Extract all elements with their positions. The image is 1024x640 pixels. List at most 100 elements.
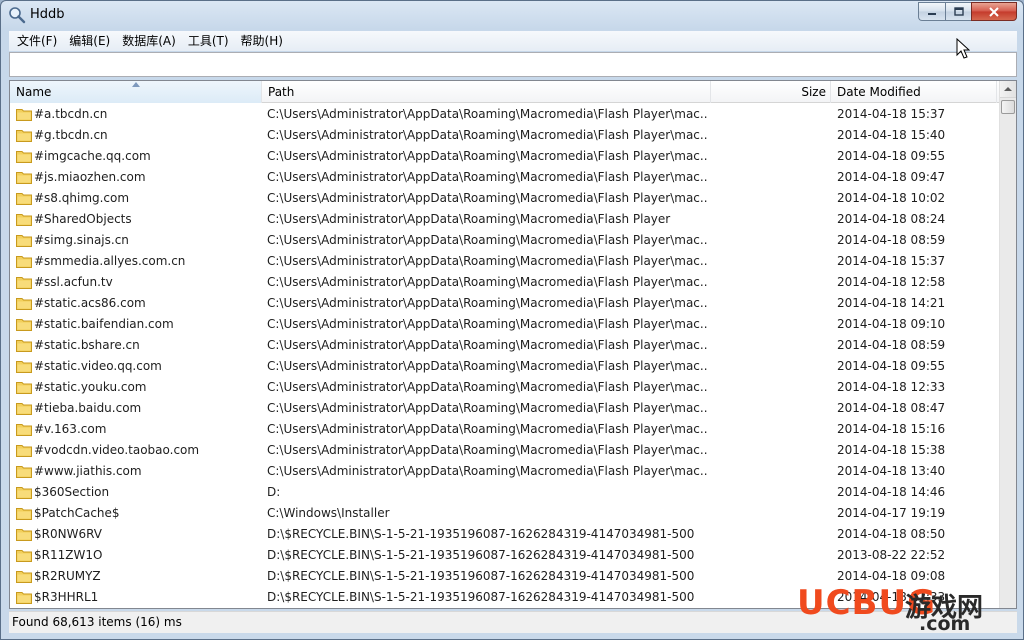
table-row[interactable]: #ssl.acfun.tv C:\Users\Administrator\AppD… [10, 272, 999, 293]
cell-name: #simg.sinajs.cn [34, 233, 129, 247]
cell-name: $R0NW6RV [34, 527, 102, 541]
column-header-date[interactable]: Date Modified [831, 81, 997, 103]
cell-size [711, 398, 827, 419]
cell-size [711, 125, 827, 146]
column-header-size[interactable]: Size [711, 81, 831, 103]
folder-icon [16, 445, 32, 457]
table-row[interactable]: $360Section D: 2014-04-18 14:46 [10, 482, 999, 503]
cell-size [711, 419, 827, 440]
cell-name: $360Section [34, 485, 110, 499]
table-row[interactable]: #s8.qhimg.com C:\Users\Administrator\AppD… [10, 188, 999, 209]
folder-icon [16, 235, 32, 247]
menu-help[interactable]: 帮助(H) [235, 32, 289, 50]
table-row[interactable]: #static.bshare.cn C:\Users\Administrator\… [10, 335, 999, 356]
table-row[interactable]: $R0NW6RV D:\$RECYCLE.BIN\S-1-5-21-1935196… [10, 524, 999, 545]
column-header-name[interactable]: Name [10, 81, 262, 103]
scroll-thumb[interactable] [1001, 100, 1015, 114]
list-header: Name Path Size Date Modified [10, 81, 1016, 103]
column-name-label: Name [16, 85, 52, 99]
cell-name: #s8.qhimg.com [34, 191, 130, 205]
menu-edit[interactable]: 编辑(E) [63, 32, 116, 50]
cell-name: #js.miaozhen.com [34, 170, 146, 184]
cell-name: $PatchCache$ [34, 506, 120, 520]
folder-icon [16, 151, 32, 163]
cell-size [711, 167, 827, 188]
cell-path: C:\Users\Administrator\AppData\Roaming\M… [267, 464, 707, 478]
cell-size [711, 104, 827, 125]
sort-ascending-icon [132, 82, 140, 87]
close-icon [989, 6, 999, 17]
cell-date: 2014-04-18 15:37 [837, 107, 946, 121]
maximize-button[interactable] [945, 2, 971, 21]
table-row[interactable]: #v.163.com C:\Users\Administrator\AppData… [10, 419, 999, 440]
minimize-icon [928, 12, 936, 15]
cell-path: D:\$RECYCLE.BIN\S-1-5-21-1935196087-1626… [267, 527, 695, 541]
title-bar[interactable]: Hddb [1, 1, 1023, 30]
minimize-button[interactable] [918, 2, 945, 21]
cell-date: 2014-04-18 09:55 [837, 149, 946, 163]
cell-size [711, 272, 827, 293]
table-row[interactable]: #static.youku.com C:\Users\Administrator\… [10, 377, 999, 398]
cell-name: #static.baifendian.com [34, 317, 174, 331]
cell-date: 2014-04-18 12:58 [837, 275, 946, 289]
cell-size [711, 461, 827, 482]
cell-path: C:\Users\Administrator\AppData\Roaming\M… [267, 191, 707, 205]
cell-path: D:\$RECYCLE.BIN\S-1-5-21-1935196087-1626… [267, 548, 695, 562]
table-row[interactable]: #a.tbcdn.cn C:\Users\Administrator\AppDat… [10, 104, 999, 125]
status-text: Found 68,613 items (16) ms [12, 615, 182, 629]
folder-icon [16, 424, 32, 436]
cell-path: C:\Users\Administrator\AppData\Roaming\M… [267, 359, 707, 373]
column-header-path[interactable]: Path [262, 81, 711, 103]
cell-size [711, 335, 827, 356]
search-input[interactable] [10, 53, 1016, 76]
results-rows: #a.tbcdn.cn C:\Users\Administrator\AppDat… [10, 104, 999, 608]
folder-icon [16, 466, 32, 478]
cell-path: C:\Users\Administrator\AppData\Roaming\M… [267, 443, 707, 457]
table-row[interactable]: #static.video.qq.com C:\Users\Administrat… [10, 356, 999, 377]
cell-path: C:\Users\Administrator\AppData\Roaming\M… [267, 149, 707, 163]
vertical-scrollbar[interactable] [999, 81, 1016, 608]
table-row[interactable]: #imgcache.qq.com C:\Users\Administrator\A… [10, 146, 999, 167]
table-row[interactable]: #js.miaozhen.com C:\Users\Administrator\A… [10, 167, 999, 188]
cell-path: D: [267, 485, 281, 499]
table-row[interactable]: #vodcdn.video.taobao.com C:\Users\Adminis… [10, 440, 999, 461]
cell-name: #a.tbcdn.cn [34, 107, 108, 121]
menu-bar: 文件(F) 编辑(E) 数据库(A) 工具(T) 帮助(H) [9, 31, 1017, 51]
cell-name: #www.jiathis.com [34, 464, 142, 478]
cell-size [711, 503, 827, 524]
folder-icon [16, 130, 32, 142]
cell-name: #ssl.acfun.tv [34, 275, 113, 289]
cell-size [711, 482, 827, 503]
cell-size [711, 188, 827, 209]
cell-path: C:\Users\Administrator\AppData\Roaming\M… [267, 338, 707, 352]
cell-path: C:\Users\Administrator\AppData\Roaming\M… [267, 128, 707, 142]
table-row[interactable]: #www.jiathis.com C:\Users\Administrator\A… [10, 461, 999, 482]
menu-database[interactable]: 数据库(A) [116, 32, 182, 50]
folder-icon [16, 298, 32, 310]
table-row[interactable]: #smmedia.allyes.com.cn C:\Users\Administr… [10, 251, 999, 272]
cell-date: 2014-04-18 08:47 [837, 401, 946, 415]
table-row[interactable]: $R11ZW1O D:\$RECYCLE.BIN\S-1-5-21-1935196… [10, 545, 999, 566]
cell-path: C:\Users\Administrator\AppData\Roaming\M… [267, 170, 707, 184]
table-row[interactable]: $PatchCache$ C:\Windows\Installer 2014-04-… [10, 503, 999, 524]
table-row[interactable]: #simg.sinajs.cn C:\Users\Administrator\Ap… [10, 230, 999, 251]
menu-tools[interactable]: 工具(T) [182, 32, 235, 50]
cell-date: 2014-04-18 15:38 [837, 443, 946, 457]
cell-path: D:\$RECYCLE.BIN\S-1-5-21-1935196087-1626… [267, 569, 695, 583]
cell-date: 2014-04-18 08:59 [837, 233, 946, 247]
cell-size [711, 251, 827, 272]
table-row[interactable]: #tieba.baidu.com C:\Users\Administrator\A… [10, 398, 999, 419]
folder-icon [16, 382, 32, 394]
folder-icon [16, 487, 32, 499]
folder-icon [16, 403, 32, 415]
table-row[interactable]: #static.acs86.com C:\Users\Administrator\… [10, 293, 999, 314]
scroll-up-button[interactable] [1000, 81, 1016, 98]
table-row[interactable]: #static.baifendian.com C:\Users\Administr… [10, 314, 999, 335]
cell-name: #static.acs86.com [34, 296, 146, 310]
cell-size [711, 356, 827, 377]
table-row[interactable]: #g.tbcdn.cn C:\Users\Administrator\AppDat… [10, 125, 999, 146]
cell-path: C:\Users\Administrator\AppData\Roaming\M… [267, 233, 707, 247]
table-row[interactable]: #SharedObjects C:\Users\Administrator\App… [10, 209, 999, 230]
close-button[interactable] [971, 2, 1017, 21]
menu-file[interactable]: 文件(F) [11, 32, 63, 50]
